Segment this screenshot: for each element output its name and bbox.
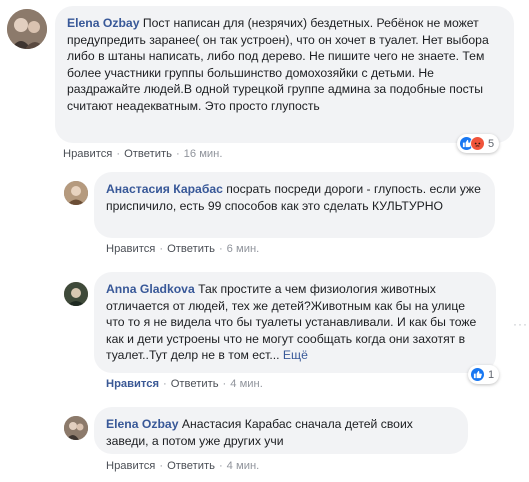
comment-actions: Нравится · Ответить · 4 мин.	[106, 378, 263, 390]
avatar-photo	[64, 282, 88, 306]
like-icon	[470, 367, 485, 382]
like-link[interactable]: Нравится	[106, 378, 159, 390]
avatar[interactable]	[64, 416, 88, 440]
separator-dot: ·	[218, 460, 223, 472]
comment-text: Пост написан для (незрячих) бездетных. Р…	[67, 16, 489, 113]
separator-dot: ·	[218, 243, 223, 255]
avatar-photo	[7, 9, 47, 49]
reaction-summary[interactable]: 1	[468, 365, 500, 384]
separator-dot: ·	[159, 243, 164, 255]
reply-link[interactable]: Ответить	[167, 243, 215, 255]
comment-actions: Нравится · Ответить · 16 мин.	[63, 148, 222, 160]
like-link[interactable]: Нравится	[106, 243, 155, 255]
comment-timestamp[interactable]: 16 мин.	[184, 148, 223, 160]
comment-author[interactable]: Elena Ozbay	[67, 16, 139, 30]
comment-bubble: Анастасия Карабас посрать посреди дороги…	[94, 172, 495, 238]
comment-author[interactable]: Elena Ozbay	[106, 417, 178, 431]
separator-dot: ·	[159, 460, 164, 472]
comment-bubble: Anna Gladkova Так простите а чем физиоло…	[94, 272, 496, 373]
comment-bubble: Elena Ozbay Анастасия Карабас сначала де…	[94, 407, 468, 454]
comment-bubble: Elena Ozbay Пост написан для (незрячих) …	[55, 6, 514, 143]
avatar-photo	[64, 181, 88, 205]
comment-timestamp[interactable]: 6 мин.	[227, 243, 260, 255]
like-link[interactable]: Нравится	[63, 148, 112, 160]
like-link[interactable]: Нравится	[106, 460, 155, 472]
separator-dot: ·	[116, 148, 121, 160]
reply-link[interactable]: Ответить	[124, 148, 172, 160]
separator-dot: ·	[175, 148, 180, 160]
separator-dot: ·	[162, 378, 167, 390]
reaction-count: 1	[488, 368, 495, 381]
comment-timestamp[interactable]: 4 мин.	[227, 460, 260, 472]
avatar[interactable]	[64, 282, 88, 306]
separator-dot: ·	[222, 378, 227, 390]
see-more-link[interactable]: Ещё	[283, 348, 308, 362]
comment-author[interactable]: Anna Gladkova	[106, 282, 195, 296]
reply-link[interactable]: Ответить	[167, 460, 215, 472]
comment-author[interactable]: Анастасия Карабас	[106, 182, 223, 196]
reaction-count: 5	[488, 137, 495, 150]
avatar[interactable]	[64, 181, 88, 205]
reaction-summary[interactable]: 5	[457, 134, 500, 153]
avatar[interactable]	[7, 9, 47, 49]
angry-icon	[470, 136, 485, 151]
comment-timestamp[interactable]: 4 мин.	[230, 378, 263, 390]
reply-link[interactable]: Ответить	[171, 378, 219, 390]
comment-actions: Нравится · Ответить · 4 мин.	[106, 460, 259, 472]
avatar-photo	[64, 416, 88, 440]
comment-actions: Нравится · Ответить · 6 мин.	[106, 243, 259, 255]
more-options-icon[interactable]: ···	[513, 317, 528, 331]
